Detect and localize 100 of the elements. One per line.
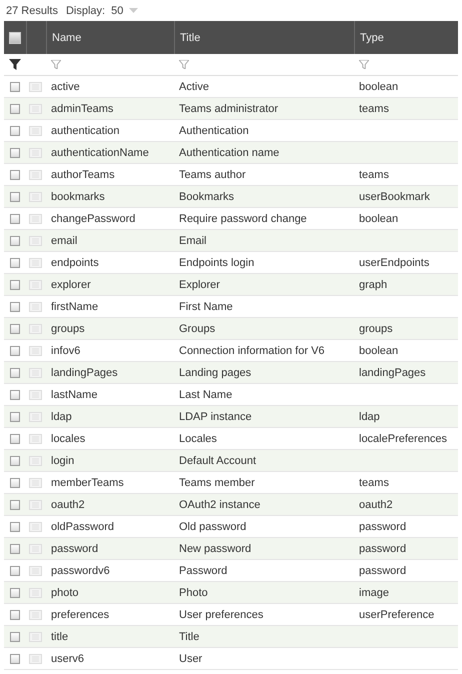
checkbox[interactable] [10, 544, 20, 554]
title-cell-text: Locales [178, 432, 218, 444]
checkbox[interactable] [10, 412, 20, 422]
name-cell-text: authorTeams [50, 168, 116, 180]
title-cell-text: Teams administrator [178, 102, 280, 114]
checkbox[interactable] [10, 148, 20, 158]
column-header[interactable]: Title [174, 21, 354, 54]
title-cell-text: Groups [178, 322, 216, 334]
type-cell-text: graph [358, 278, 388, 290]
checkbox[interactable] [10, 368, 20, 378]
checkbox[interactable] [10, 346, 20, 356]
row-icon [29, 434, 42, 444]
name-cell-text: lastName [50, 388, 98, 400]
checkbox[interactable] [10, 170, 20, 180]
row-icon [29, 302, 42, 312]
name-cell-text: landingPages [50, 366, 119, 378]
type-cell-text: oauth2 [358, 498, 394, 510]
name-cell-text: password [50, 542, 100, 554]
checkbox[interactable] [10, 126, 20, 136]
checkbox[interactable] [10, 610, 20, 620]
row-icon [29, 632, 42, 642]
title-cell-text: Password [178, 564, 228, 576]
type-cell-text: landingPages [358, 366, 427, 378]
title-cell-text: Explorer [178, 278, 221, 290]
name-cell-text: title [50, 630, 70, 642]
row-icon [29, 280, 42, 290]
title-cell-text: First Name [178, 300, 234, 312]
column-header[interactable]: Type [354, 21, 458, 54]
name-cell-text: authenticationName [50, 146, 150, 158]
checkbox[interactable] [10, 390, 20, 400]
checkbox[interactable] [10, 434, 20, 444]
name-cell-text: photo [50, 586, 80, 598]
title-cell-text: Title [178, 630, 200, 642]
row-icon [29, 522, 42, 532]
results-count: 27 Results [6, 4, 58, 16]
name-cell-text: preferences [50, 608, 110, 620]
filter-icon[interactable] [9, 59, 21, 70]
type-cell-text: localePreferences [358, 432, 448, 444]
row-icon [29, 456, 42, 466]
title-cell-text: Active [178, 80, 210, 92]
title-cell-text: LDAP instance [178, 410, 253, 422]
title-cell-text: User [178, 652, 204, 664]
checkbox[interactable] [10, 566, 20, 576]
checkbox[interactable] [10, 236, 20, 246]
title-cell-text: Email [178, 234, 208, 246]
row-icon [29, 104, 42, 114]
type-cell-text: userEndpoints [358, 256, 430, 268]
checkbox[interactable] [9, 32, 21, 44]
checkbox[interactable] [10, 456, 20, 466]
checkbox[interactable] [10, 654, 20, 664]
title-cell-text: Old password [178, 520, 248, 532]
title-cell-text: Teams member [178, 476, 256, 488]
row-icon [29, 126, 42, 136]
title-cell-text: OAuth2 instance [178, 498, 262, 510]
row-icon [29, 412, 42, 422]
checkbox[interactable] [10, 522, 20, 532]
page-size-dropdown[interactable]: 50 [111, 4, 138, 16]
name-cell-text: firstName [50, 300, 100, 312]
caret-icon [129, 8, 138, 13]
checkbox[interactable] [10, 478, 20, 488]
name-cell-text: changePassword [50, 212, 136, 224]
checkbox[interactable] [10, 302, 20, 312]
checkbox[interactable] [10, 500, 20, 510]
name-cell-text: authentication [50, 124, 120, 136]
row-icon [29, 478, 42, 488]
type-cell-text: teams [358, 476, 390, 488]
type-cell-text: boolean [358, 344, 400, 356]
type-cell-text: boolean [358, 80, 400, 92]
row-icon [29, 500, 42, 510]
name-cell-text: email [50, 234, 78, 246]
type-cell-text: password [358, 564, 408, 576]
type-cell-text: ldap [358, 410, 381, 422]
title-cell-text: Endpoints login [178, 256, 256, 268]
title-cell-text: User preferences [178, 608, 264, 620]
title-cell-text: Teams author [178, 168, 247, 180]
checkbox[interactable] [10, 632, 20, 642]
row-icon [29, 654, 42, 664]
name-cell-text: userv6 [50, 652, 86, 664]
checkbox[interactable] [10, 588, 20, 598]
checkbox[interactable] [10, 104, 20, 114]
title-cell-text: Authentication [178, 124, 250, 136]
row-icon [29, 368, 42, 378]
title-cell-text: New password [178, 542, 252, 554]
name-cell-text: bookmarks [50, 190, 106, 202]
name-cell-text: memberTeams [50, 476, 125, 488]
checkbox[interactable] [10, 192, 20, 202]
title-cell-text: Bookmarks [178, 190, 236, 202]
checkbox[interactable] [10, 324, 20, 334]
checkbox[interactable] [10, 82, 20, 92]
display-label: Display: [66, 4, 106, 16]
name-cell-text: locales [50, 432, 86, 444]
checkbox[interactable] [10, 214, 20, 224]
row-icon [29, 170, 42, 180]
name-cell-text: endpoints [50, 256, 100, 268]
name-cell-text: adminTeams [50, 102, 114, 114]
name-cell-text: oldPassword [50, 520, 115, 532]
column-header[interactable]: Name [46, 21, 174, 54]
checkbox[interactable] [10, 280, 20, 290]
name-cell-text: oauth2 [50, 498, 86, 510]
checkbox[interactable] [10, 258, 20, 268]
